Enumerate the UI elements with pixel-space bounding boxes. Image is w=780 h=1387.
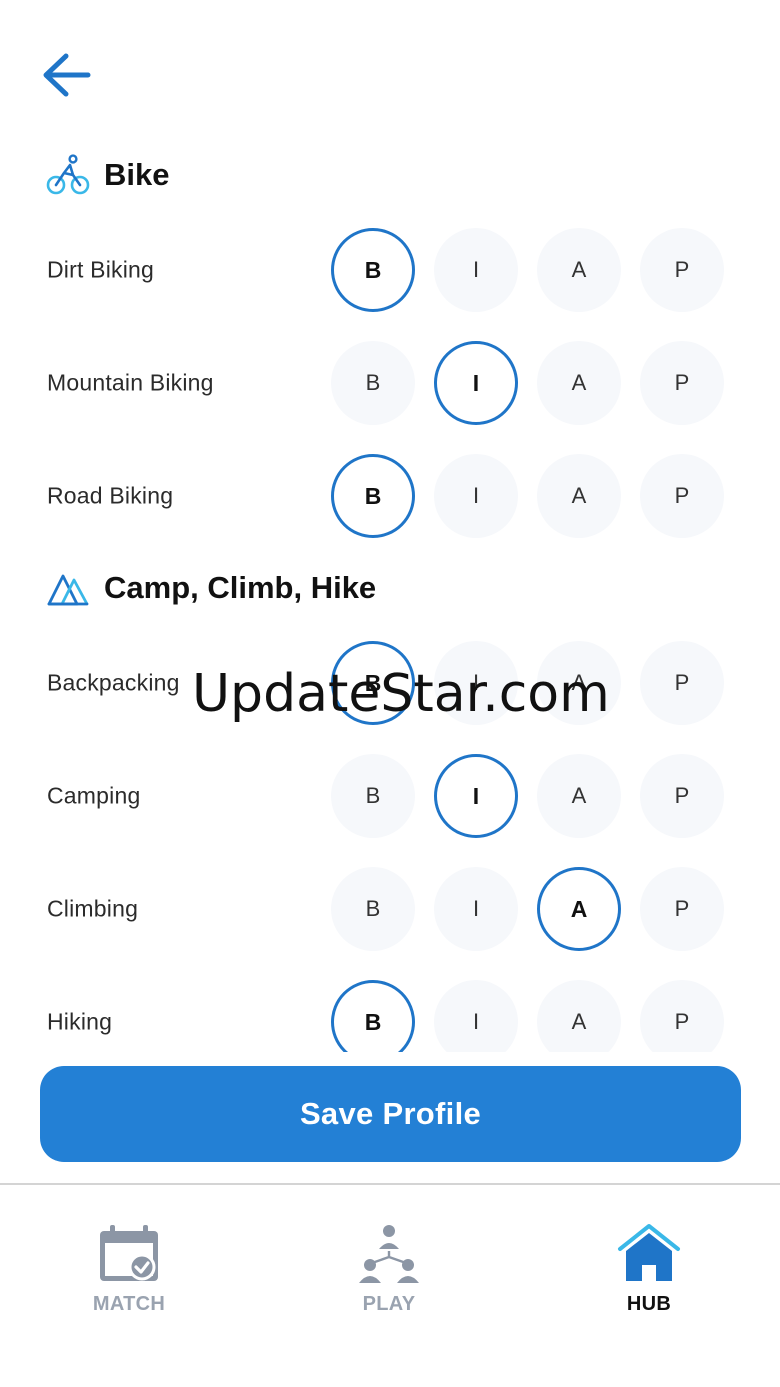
level-option-p[interactable]: P (640, 228, 724, 312)
level-option-b[interactable]: B (331, 867, 415, 951)
activity-row: Dirt Biking B I A P (0, 225, 780, 315)
level-option-p[interactable]: P (640, 641, 724, 725)
level-option-p[interactable]: P (640, 980, 724, 1052)
activity-row: Hiking B I A P (0, 977, 780, 1052)
calendar-check-icon (96, 1223, 162, 1285)
level-option-i[interactable]: I (434, 754, 518, 838)
level-option-i[interactable]: I (434, 341, 518, 425)
nav-label: HUB (626, 1293, 672, 1315)
back-button[interactable] (38, 50, 94, 100)
level-option-i[interactable]: I (434, 454, 518, 538)
activity-label: Backpacking (47, 669, 180, 696)
nav-label: MATCH (92, 1293, 166, 1315)
activity-label: Climbing (47, 895, 139, 922)
section-title: Bike (104, 157, 170, 192)
nav-item-match[interactable]: MATCH (49, 1223, 209, 1333)
activity-row: Camping B I A P (0, 751, 780, 841)
level-option-p[interactable]: P (640, 454, 724, 538)
level-option-b[interactable]: B (331, 641, 415, 725)
mountain-icon (46, 566, 90, 610)
arrow-left-icon (43, 53, 91, 97)
level-option-i[interactable]: I (434, 980, 518, 1052)
bottom-nav: MATCH PLAY HUB (0, 1185, 780, 1387)
level-option-b[interactable]: B (331, 754, 415, 838)
save-profile-button[interactable]: Save Profile (40, 1066, 741, 1162)
level-option-b[interactable]: B (331, 454, 415, 538)
activity-label: Mountain Biking (47, 369, 214, 396)
level-option-a[interactable]: A (537, 454, 621, 538)
activity-list: Bike Dirt Biking B I A P Mountain Biking B I A P R… (0, 0, 780, 1052)
home-icon (616, 1223, 682, 1285)
nav-item-hub[interactable]: HUB (569, 1223, 729, 1333)
level-option-p[interactable]: P (640, 754, 724, 838)
level-option-p[interactable]: P (640, 867, 724, 951)
level-option-a[interactable]: A (537, 641, 621, 725)
activity-row: Backpacking B I A P (0, 638, 780, 728)
activity-row: Mountain Biking B I A P (0, 338, 780, 428)
nav-label: PLAY (362, 1293, 416, 1315)
level-option-a[interactable]: A (537, 228, 621, 312)
section-header-camp-climb-hike: Camp, Climb, Hike (46, 566, 376, 610)
level-option-b[interactable]: B (331, 341, 415, 425)
activity-label: Hiking (47, 1008, 113, 1035)
group-people-icon (356, 1223, 422, 1285)
level-option-a[interactable]: A (537, 754, 621, 838)
activity-row: Climbing B I A P (0, 864, 780, 954)
level-option-b[interactable]: B (331, 228, 415, 312)
section-header-bike: Bike (46, 153, 169, 197)
level-option-a[interactable]: A (537, 341, 621, 425)
level-option-p[interactable]: P (640, 341, 724, 425)
nav-item-play[interactable]: PLAY (309, 1223, 469, 1333)
bicycle-rider-icon (46, 153, 90, 197)
level-option-a[interactable]: A (537, 867, 621, 951)
level-option-a[interactable]: A (537, 980, 621, 1052)
level-option-i[interactable]: I (434, 867, 518, 951)
level-option-i[interactable]: I (434, 641, 518, 725)
activity-label: Road Biking (47, 482, 174, 509)
activity-label: Camping (47, 782, 141, 809)
level-option-i[interactable]: I (434, 228, 518, 312)
level-option-b[interactable]: B (331, 980, 415, 1052)
section-title: Camp, Climb, Hike (104, 570, 377, 605)
activity-label: Dirt Biking (47, 256, 155, 283)
activity-row: Road Biking B I A P (0, 451, 780, 541)
